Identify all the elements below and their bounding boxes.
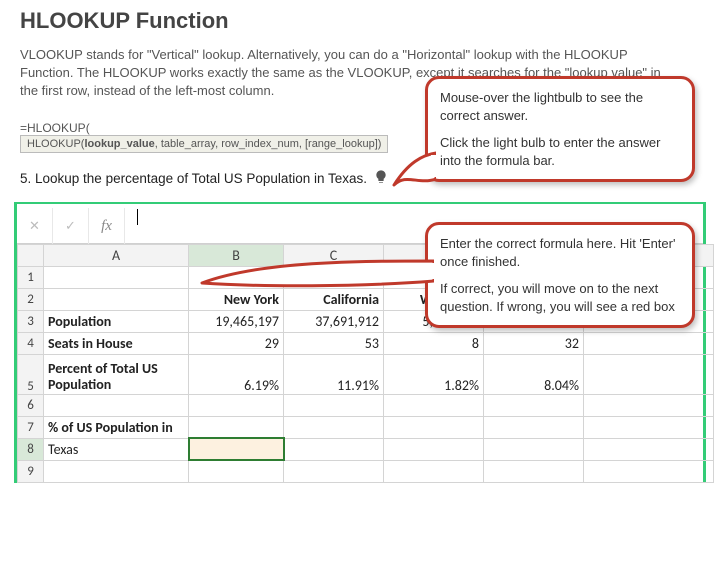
cell[interactable]: 8 bbox=[384, 332, 484, 354]
row-header-5[interactable]: 5 bbox=[18, 354, 44, 394]
row-header-1[interactable]: 1 bbox=[18, 266, 44, 288]
row-header-6[interactable]: 6 bbox=[18, 394, 44, 416]
cell[interactable]: Percent of Total US Population bbox=[44, 354, 189, 394]
cell[interactable] bbox=[384, 438, 484, 460]
cell[interactable]: 8.04% bbox=[484, 354, 584, 394]
cell[interactable] bbox=[384, 460, 484, 482]
row-header-8[interactable]: 8 bbox=[18, 438, 44, 460]
caret-icon bbox=[137, 209, 138, 225]
callout-formula-p2: If correct, you will move on to the next… bbox=[440, 280, 680, 315]
cell[interactable] bbox=[189, 394, 284, 416]
cell[interactable] bbox=[384, 394, 484, 416]
cell[interactable] bbox=[189, 460, 284, 482]
cell[interactable]: Seats in House bbox=[44, 332, 189, 354]
cell[interactable] bbox=[284, 416, 384, 438]
cell[interactable] bbox=[584, 416, 714, 438]
accept-button[interactable]: ✓ bbox=[53, 208, 89, 244]
cell[interactable]: % of US Population in bbox=[44, 416, 189, 438]
cell[interactable]: 32 bbox=[484, 332, 584, 354]
cell[interactable]: 37,691,912 bbox=[284, 310, 384, 332]
formula-hint-box: HLOOKUP(lookup_value, table_array, row_i… bbox=[20, 135, 388, 153]
cell[interactable] bbox=[584, 354, 714, 394]
callout-formula-p1: Enter the correct formula here. Hit 'Ent… bbox=[440, 235, 680, 270]
cell[interactable] bbox=[384, 416, 484, 438]
active-cell[interactable] bbox=[189, 438, 284, 460]
row-header-4[interactable]: 4 bbox=[18, 332, 44, 354]
cell[interactable] bbox=[284, 438, 384, 460]
cell[interactable]: New York bbox=[189, 288, 284, 310]
cell[interactable]: Population bbox=[44, 310, 189, 332]
callout-formula: Enter the correct formula here. Hit 'Ent… bbox=[425, 222, 695, 328]
row-header-7[interactable]: 7 bbox=[18, 416, 44, 438]
cell[interactable]: 6.19% bbox=[189, 354, 284, 394]
cell[interactable]: Texas bbox=[44, 438, 189, 460]
cell[interactable]: 29 bbox=[189, 332, 284, 354]
callout-tail-icon bbox=[392, 149, 436, 189]
callout-tail-icon bbox=[200, 257, 434, 291]
callout-lightbulb: Mouse-over the lightbulb to see the corr… bbox=[425, 76, 695, 182]
formula-hint-arg: lookup_value bbox=[84, 138, 154, 150]
cell[interactable]: 53 bbox=[284, 332, 384, 354]
row-header-2[interactable]: 2 bbox=[18, 288, 44, 310]
cell[interactable]: 11.91% bbox=[284, 354, 384, 394]
cell[interactable]: 19,465,197 bbox=[189, 310, 284, 332]
cell[interactable] bbox=[584, 438, 714, 460]
lightbulb-icon[interactable] bbox=[373, 169, 389, 188]
formula-hint-prefix: HLOOKUP( bbox=[27, 138, 84, 150]
cell[interactable] bbox=[584, 460, 714, 482]
cell[interactable] bbox=[284, 394, 384, 416]
fx-button[interactable]: fx bbox=[89, 208, 125, 244]
cancel-button[interactable]: ✕ bbox=[17, 208, 53, 244]
cell[interactable] bbox=[484, 416, 584, 438]
cell[interactable] bbox=[484, 438, 584, 460]
cell[interactable] bbox=[44, 394, 189, 416]
cell[interactable] bbox=[484, 460, 584, 482]
cell[interactable] bbox=[44, 266, 189, 288]
cell[interactable]: California bbox=[284, 288, 384, 310]
cell[interactable]: 1.82% bbox=[384, 354, 484, 394]
page-title: HLOOKUP Function bbox=[0, 0, 720, 38]
select-all-corner[interactable] bbox=[18, 244, 44, 266]
cell[interactable] bbox=[44, 460, 189, 482]
question-text: 5. Lookup the percentage of Total US Pop… bbox=[20, 171, 367, 186]
cell[interactable] bbox=[189, 416, 284, 438]
row-header-3[interactable]: 3 bbox=[18, 310, 44, 332]
cell[interactable] bbox=[284, 460, 384, 482]
cell[interactable] bbox=[44, 288, 189, 310]
callout-lightbulb-p1: Mouse-over the lightbulb to see the corr… bbox=[440, 89, 680, 124]
col-header-a[interactable]: A bbox=[44, 244, 189, 266]
formula-hint-rest: , table_array, row_index_num, [range_loo… bbox=[155, 138, 382, 150]
cell[interactable] bbox=[584, 332, 714, 354]
cell[interactable] bbox=[584, 394, 714, 416]
row-header-9[interactable]: 9 bbox=[18, 460, 44, 482]
callout-lightbulb-p2: Click the light bulb to enter the answer… bbox=[440, 134, 680, 169]
cell[interactable] bbox=[484, 394, 584, 416]
